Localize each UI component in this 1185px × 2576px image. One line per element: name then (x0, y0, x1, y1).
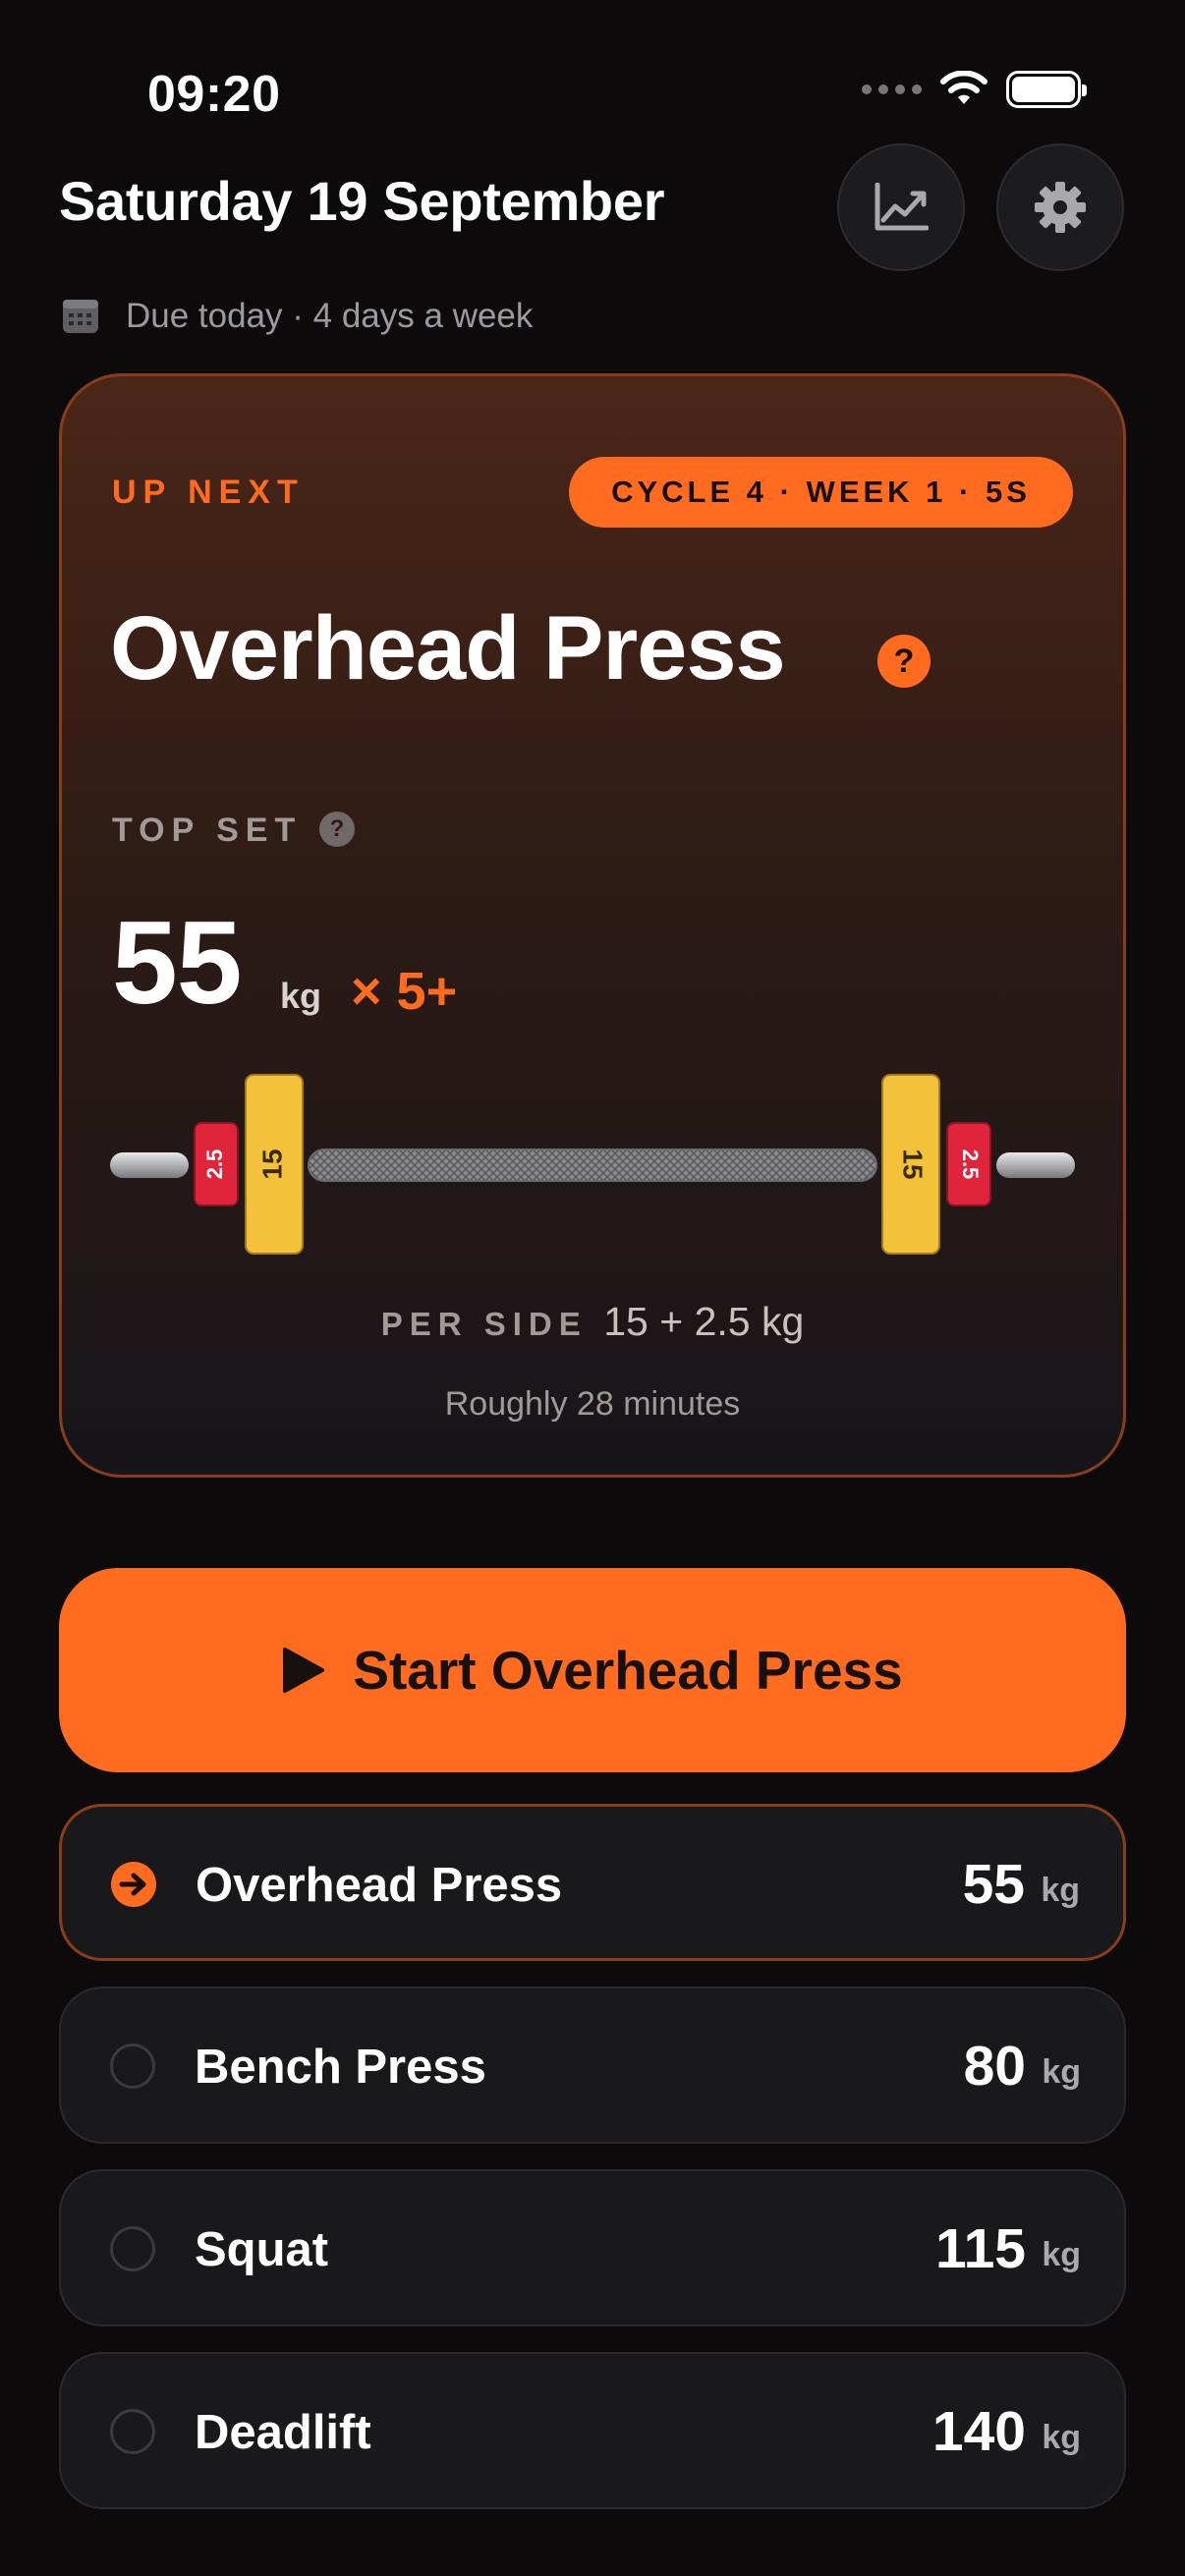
duration-estimate: Roughly 28 minutes (444, 1385, 741, 1423)
up-next-label: UP NEXT (112, 474, 305, 511)
empty-circle-icon (110, 2044, 155, 2089)
plate-left-15-label: 15 (256, 1148, 287, 1179)
lift-name: Squat (195, 2223, 329, 2276)
battery-icon (1006, 71, 1087, 108)
play-icon (283, 1648, 325, 1693)
bar-shaft (308, 1148, 877, 1182)
lift-weight: 140 (931, 2400, 1026, 2463)
calendar-icon (63, 300, 98, 333)
page-title: Saturday 19 September (59, 170, 665, 232)
lift-unit: kg (1042, 2419, 1081, 2456)
lift-row-bench-press[interactable]: Bench Press 80 kg (59, 1987, 1126, 2144)
lift-row-squat[interactable]: Squat 115 kg (59, 2169, 1126, 2326)
top-set-label: TOP SET (112, 812, 303, 849)
lift-row-deadlift[interactable]: Deadlift 140 kg (59, 2352, 1126, 2509)
status-icons (862, 71, 1087, 108)
lift-help-icon[interactable]: ? (877, 635, 931, 688)
due-row: Due today · 4 days a week (61, 297, 533, 336)
lift-name: Overhead Press (196, 1859, 563, 1912)
arrow-right-circle-icon (111, 1862, 156, 1907)
top-set-reps: × 5+ (351, 962, 458, 1021)
start-workout-button[interactable]: Start Overhead Press (59, 1568, 1126, 1772)
per-side-label: PER SIDE (380, 1306, 588, 1342)
lift-unit: kg (1041, 1872, 1080, 1909)
lift-weight: 115 (935, 2217, 1026, 2280)
gear-icon (1035, 182, 1086, 233)
plate-right-2.5-label: 2.5 (958, 1149, 983, 1180)
barbell-diagram: 2.5 15 15 2.5 (110, 1074, 1075, 1255)
stats-button[interactable] (837, 143, 965, 271)
per-side-value: 15 + 2.5 kg (603, 1299, 805, 1344)
plate-right-15-label: 15 (898, 1148, 929, 1179)
next-lift-name: Overhead Press (110, 598, 786, 699)
top-set-help-icon[interactable]: ? (319, 812, 355, 847)
cycle-badge: CYCLE 4 · WEEK 1 · 5S (569, 457, 1073, 528)
plate-left-2.5-label: 2.5 (202, 1149, 227, 1180)
start-button-label: Start Overhead Press (353, 1640, 903, 1701)
empty-circle-icon (110, 2409, 155, 2454)
chart-icon (875, 183, 929, 231)
left-sleeve (110, 1152, 189, 1178)
top-set-unit: kg (280, 976, 322, 1016)
lift-name: Deadlift (195, 2406, 371, 2459)
lift-unit: kg (1042, 2236, 1081, 2273)
per-side-row: PER SIDE 15 + 2.5 kg (0, 1299, 1185, 1345)
lift-weight: 80 (963, 2035, 1026, 2098)
top-set-weight: 55 (112, 897, 242, 1029)
lift-row-overhead-press[interactable]: Overhead Press 55 kg (59, 1804, 1126, 1961)
due-text: Due today · 4 days a week (126, 297, 534, 335)
settings-button[interactable] (996, 143, 1124, 271)
wifi-icon (940, 71, 988, 104)
cellular-signal-icon (862, 84, 922, 94)
status-time: 09:20 (147, 66, 281, 123)
right-sleeve (996, 1152, 1075, 1178)
empty-circle-icon (110, 2226, 155, 2271)
lift-name: Bench Press (195, 2041, 486, 2094)
lift-unit: kg (1042, 2053, 1081, 2091)
lift-weight: 55 (962, 1853, 1025, 1916)
